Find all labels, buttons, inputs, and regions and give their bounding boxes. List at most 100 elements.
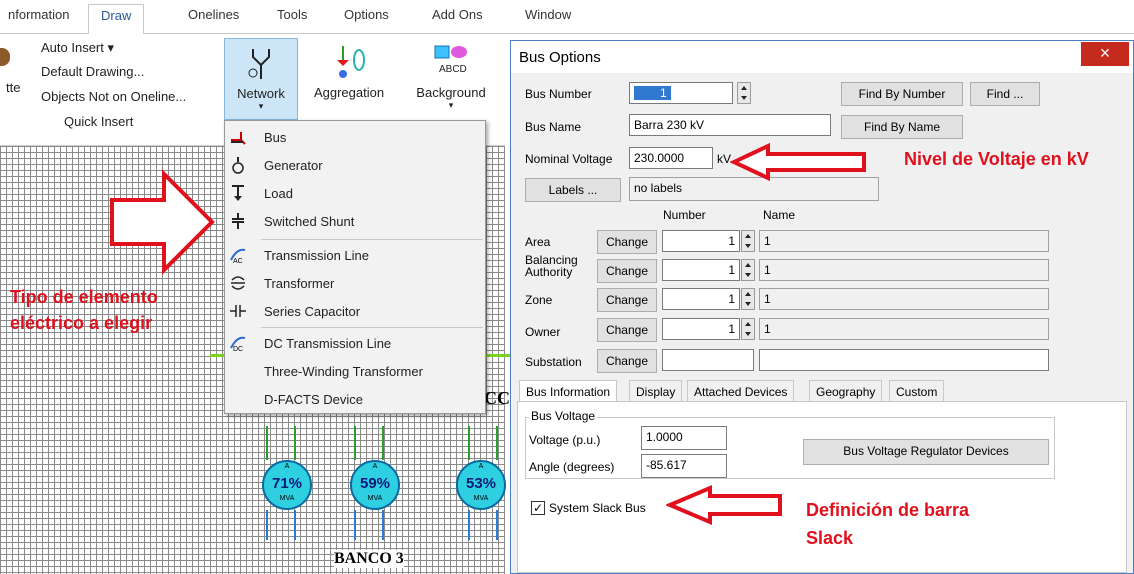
balancing-authority-change-button[interactable]: Change [597, 259, 657, 283]
zone-spinner[interactable] [741, 288, 755, 310]
bank-winding [354, 510, 384, 540]
transmission-line-icon: AC [230, 248, 246, 264]
find-by-number-button[interactable]: Find By Number [841, 82, 963, 106]
series-capacitor-icon [230, 305, 246, 317]
menu-item-transmission-line[interactable]: AC Transmission Line [225, 243, 485, 269]
ribbon-left-stub: tte [6, 80, 21, 95]
area-change-button[interactable]: Change [597, 230, 657, 254]
tab-bus-information[interactable]: Bus Information [519, 380, 618, 402]
tab-geography[interactable]: Geography [809, 380, 883, 402]
owner-label: Owner [525, 325, 561, 339]
tab-draw[interactable]: Draw [88, 4, 145, 35]
nominal-voltage-label: Nominal Voltage [525, 152, 613, 166]
bus-number-field[interactable]: 1 [629, 82, 733, 104]
gauge-percent: 59% [359, 475, 391, 492]
tab-tools[interactable]: Tools [277, 7, 307, 22]
voltage-pu-label: Voltage (p.u.) [529, 433, 601, 447]
voltage-pu-field[interactable]: 1.0000 [641, 426, 727, 450]
gauge-a-label: A [284, 463, 290, 470]
gauge-mva-label: MVA [279, 495, 295, 502]
substation-name-field[interactable] [759, 349, 1049, 371]
balancing-authority-label: Balancing Authority [525, 253, 578, 279]
tab-display[interactable]: Display [629, 380, 683, 402]
transformer-icon [231, 276, 245, 290]
name-column-header: Name [763, 208, 796, 222]
dialog-title: Bus Options [519, 49, 601, 66]
substation-change-button[interactable]: Change [597, 349, 657, 373]
gauge-a-label: A [478, 463, 484, 470]
bus-name-field[interactable]: Barra 230 kV [629, 114, 831, 136]
left-arrow-annotation [730, 142, 866, 182]
aggregation-button[interactable]: Aggregation [306, 38, 392, 120]
default-drawing-button[interactable]: Default Drawing... [41, 64, 144, 79]
background-button[interactable]: ABCD Background ▾ [406, 38, 496, 120]
dialog-titlebar: Bus Options × [511, 41, 1133, 73]
tab-custom[interactable]: Custom [889, 380, 945, 402]
tab-attached-devices[interactable]: Attached Devices [687, 380, 795, 402]
zone-number-field[interactable]: 1 [662, 288, 740, 310]
flow-gauge[interactable]: A 71% MVA [262, 460, 312, 510]
menu-item-generator[interactable]: Generator [225, 153, 485, 179]
angle-field[interactable]: -85.617 [641, 454, 727, 478]
menu-item-d-facts-device[interactable]: D-FACTS Device [225, 387, 485, 413]
menu-item-switched-shunt[interactable]: Switched Shunt [225, 209, 485, 235]
tab-add-ons[interactable]: Add Ons [432, 7, 483, 22]
network-button[interactable]: Network ▾ [224, 38, 298, 120]
bank-winding [468, 510, 498, 540]
system-slack-bus-checkbox[interactable]: ✓ [531, 501, 545, 515]
balancing-authority-spinner[interactable] [741, 259, 755, 281]
gauge-mva-label: MVA [367, 495, 383, 502]
owner-name-field: 1 [759, 318, 1049, 340]
menu-item-bus[interactable]: Bus [225, 125, 485, 151]
balancing-authority-number-field[interactable]: 1 [662, 259, 740, 281]
menu-item-transformer[interactable]: Transformer [225, 271, 485, 297]
gauge-mva-label: MVA [473, 495, 489, 502]
balancing-authority-name-field: 1 [759, 259, 1049, 281]
bus-number-label: Bus Number [525, 87, 592, 101]
bank-winding [266, 510, 296, 540]
ribbon-tab-bar: nformation Draw Onelines Tools Options A… [0, 0, 1134, 35]
bus-number-spinner[interactable] [737, 82, 751, 104]
system-slack-bus-label: System Slack Bus [549, 501, 646, 515]
area-spinner[interactable] [741, 230, 755, 252]
angle-label: Angle (degrees) [529, 460, 615, 474]
nominal-voltage-field[interactable]: 230.0000 [629, 147, 713, 169]
aggregation-label: Aggregation [313, 85, 385, 100]
flow-gauge[interactable]: A 59% MVA [350, 460, 400, 510]
menu-item-load[interactable]: Load [225, 181, 485, 207]
tab-onelines[interactable]: Onelines [188, 7, 239, 22]
bus-voltage-group-title: Bus Voltage [529, 409, 598, 423]
flow-gauge[interactable]: A 53% MVA [456, 460, 506, 510]
owner-change-button[interactable]: Change [597, 318, 657, 342]
auto-insert-button[interactable]: Auto Insert ▾ [41, 40, 114, 56]
close-button[interactable]: × [1081, 42, 1129, 66]
dc-line-icon: DC [230, 336, 246, 352]
bank-label: BANCO 3 [334, 550, 404, 568]
find-button[interactable]: Find ... [970, 82, 1040, 106]
bus-icon [231, 132, 246, 145]
substation-label: Substation [525, 355, 582, 369]
shunt-icon [232, 213, 244, 229]
tab-window[interactable]: Window [525, 7, 571, 22]
voltage-level-annotation: Nivel de Voltaje en kV [904, 149, 1089, 169]
network-icon [248, 49, 270, 79]
labels-button[interactable]: Labels ... [525, 178, 621, 202]
partial-element-label: CC [484, 388, 510, 408]
objects-not-on-oneline-button[interactable]: Objects Not on Oneline... [41, 89, 186, 104]
background-icon: ABCD [434, 45, 467, 75]
owner-spinner[interactable] [741, 318, 755, 340]
zone-change-button[interactable]: Change [597, 288, 657, 312]
owner-number-field[interactable]: 1 [662, 318, 740, 340]
tab-options[interactable]: Options [344, 7, 389, 22]
svg-text:DC: DC [233, 346, 243, 352]
palette-icon[interactable] [0, 48, 10, 66]
bus-voltage-regulator-devices-button[interactable]: Bus Voltage Regulator Devices [803, 439, 1049, 465]
menu-item-three-winding-transformer[interactable]: Three-Winding Transformer [225, 359, 485, 385]
substation-number-field[interactable] [662, 349, 754, 371]
tab-information[interactable]: nformation [8, 7, 69, 22]
area-number-field[interactable]: 1 [662, 230, 740, 252]
menu-item-dc-transmission-line[interactable]: DC DC Transmission Line [225, 331, 485, 357]
find-by-name-button[interactable]: Find By Name [841, 115, 963, 139]
gauge-percent: 53% [465, 475, 497, 492]
menu-item-series-capacitor[interactable]: Series Capacitor [225, 299, 485, 325]
